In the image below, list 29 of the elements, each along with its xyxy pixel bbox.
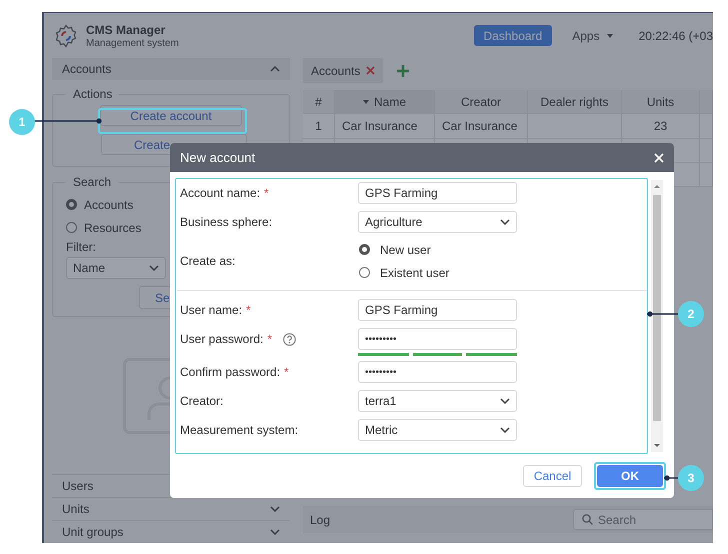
required-mark: *	[267, 332, 272, 346]
clock-time: 20:22:46 (+03	[638, 28, 713, 42]
app-subtitle: Management system	[86, 38, 180, 48]
log-title: Log	[310, 512, 330, 526]
table-cell: 1	[303, 114, 335, 138]
callout-badge: 1	[9, 109, 35, 135]
required-mark: *	[284, 365, 289, 379]
table-cell: Car Insurance	[335, 114, 435, 138]
required-mark: *	[264, 186, 269, 200]
radio-label: Existent user	[380, 266, 450, 280]
group-title: Actions	[72, 87, 114, 101]
table-cell: 23	[622, 114, 700, 138]
group-title: Search	[72, 175, 112, 189]
field-label: User password:	[180, 332, 264, 346]
field-label: Business sphere:	[180, 215, 272, 229]
filter-label: Filter:	[66, 240, 97, 254]
radio-label: New user	[380, 242, 431, 256]
field-label: User name:	[180, 303, 242, 317]
required-mark: *	[246, 303, 251, 317]
field-label: Create as:	[180, 253, 236, 270]
field-label: Confirm password:	[180, 365, 280, 379]
field-label: Measurement system:	[180, 423, 298, 437]
field-label: Account name:	[180, 186, 260, 200]
table-cell: Car Insurance	[435, 114, 528, 138]
dialog-title: New account	[180, 150, 256, 165]
radio-label: Accounts	[84, 198, 134, 212]
app-title: CMS Manager	[86, 22, 166, 36]
field-label: Creator:	[180, 394, 224, 408]
radio-label: Resources	[84, 220, 142, 234]
